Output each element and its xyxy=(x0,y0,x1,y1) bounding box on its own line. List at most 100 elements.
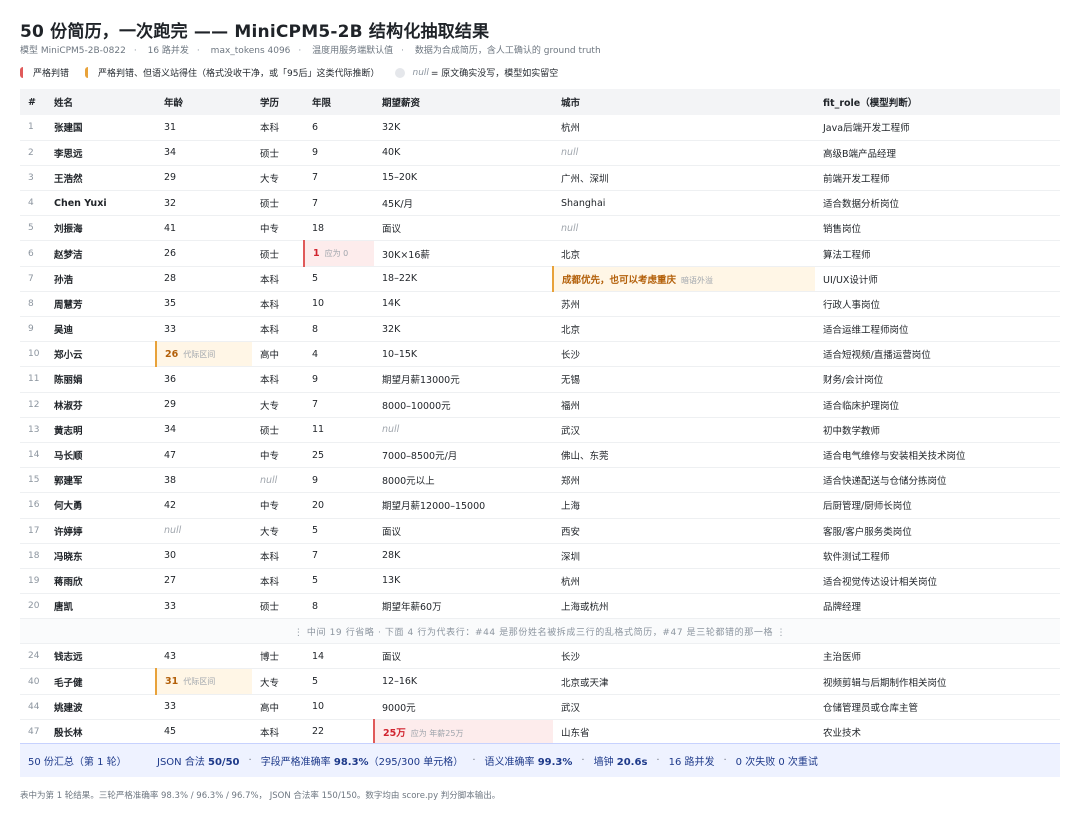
summary-title: 50 份汇总（第 1 轮） xyxy=(28,757,127,768)
fit-role-cell: 财务/会计岗位 xyxy=(823,375,884,387)
candidate-name: 陈丽娟 xyxy=(54,375,83,387)
col-header-salary: 期望薪资 xyxy=(382,98,421,109)
table-header-row: # 姓名 年龄 学历 年限 期望薪资 城市 fit_role（模型判断） xyxy=(20,89,1060,115)
years-cell: 9 xyxy=(312,147,319,159)
candidate-name: 唐凯 xyxy=(54,602,74,614)
city-cell: 长沙 xyxy=(561,652,581,664)
city-cell: 上海 xyxy=(561,501,581,513)
row-index: 3 xyxy=(28,172,34,183)
city-cell: 北京 xyxy=(561,325,581,337)
col-header-name: 姓名 xyxy=(54,98,74,109)
table-row: 15 郭建军 38 null 9 8000元以上 郑州 适合快递配送与仓储分拣岗位 xyxy=(20,468,1060,493)
age-cell: 27 xyxy=(164,575,177,587)
fit-role-cell: 适合数据分析岗位 xyxy=(823,199,900,211)
education-cell: 硕士 xyxy=(260,249,280,261)
fit-role-cell: 适合运维工程师岗位 xyxy=(823,325,909,337)
fit-role-cell: 高级B端产品经理 xyxy=(823,148,897,160)
row-index: 17 xyxy=(28,525,40,536)
age-cell: 30 xyxy=(164,550,177,562)
salary-cell: 8000元以上 xyxy=(382,476,435,488)
age-cell: 32 xyxy=(164,197,177,209)
summary-concurrency: 16 路并发 xyxy=(668,757,715,768)
row-index: 12 xyxy=(28,399,40,410)
omitted-rows-separator: ⋮ 中间 19 行省略 · 下面 4 行为代表行：#44 是那份姓名被拆成三行的… xyxy=(20,618,1060,644)
table-row: 17 许婷婷 null 大专 5 面议 西安 客服/客户服务类岗位 xyxy=(20,518,1060,544)
col-header-years: 年限 xyxy=(312,98,332,109)
table-row: 24 钱志远 43 博士 14 面议 长沙 主治医师 xyxy=(20,644,1060,669)
city-cell: null xyxy=(561,147,579,159)
legend-strict-wrong: 严格判错 xyxy=(20,66,69,79)
candidate-name: 李思远 xyxy=(54,148,83,160)
age-cell: 34 xyxy=(164,147,177,159)
cell-note: 代际区间 xyxy=(183,349,216,359)
meta-model: 模型 MiniCPM5-2B-0822 xyxy=(20,46,126,56)
years-cell: 18 xyxy=(312,222,325,234)
years-cell: 5 xyxy=(312,525,319,537)
gray-dot-icon xyxy=(395,67,406,78)
fit-role-cell: UI/UX设计师 xyxy=(823,274,878,286)
years-cell: 22 xyxy=(312,726,325,738)
fit-role-cell: 客服/客户服务类岗位 xyxy=(823,526,912,538)
fit-role-cell: 仓储管理员或仓库主管 xyxy=(823,702,919,714)
age-cell: 41 xyxy=(164,222,177,234)
education-cell: 大专 xyxy=(260,526,280,538)
salary-cell: 13K xyxy=(382,575,401,587)
row-index: 18 xyxy=(28,550,40,561)
education-cell: 硕士 xyxy=(260,602,280,614)
age-cell: 47 xyxy=(164,449,177,461)
city-cell: 武汉 xyxy=(561,702,581,714)
col-header-index: # xyxy=(28,96,36,108)
col-header-education: 学历 xyxy=(260,98,280,109)
education-cell: 本科 xyxy=(260,727,280,739)
education-cell: 中专 xyxy=(260,224,280,236)
salary-cell: 40K xyxy=(382,147,401,159)
age-cell: 33 xyxy=(164,323,177,335)
footnote: 表中为第 1 轮结果。三轮严格准确率 98.3% / 96.3% / 96.7%… xyxy=(20,791,501,801)
city-cell: 北京 xyxy=(561,249,581,261)
years-cell: 14 xyxy=(312,650,325,662)
salary-cell: 14K xyxy=(382,298,401,310)
age-cell: 29 xyxy=(164,399,177,411)
candidate-name: 张建国 xyxy=(54,123,83,135)
city-cell: 深圳 xyxy=(561,551,581,563)
fit-role-cell: Java后端开发工程师 xyxy=(823,123,910,135)
age-cell: 31 代际区间 xyxy=(155,668,252,695)
salary-cell: 18–22K xyxy=(382,273,418,285)
salary-cell: 30K×16薪 xyxy=(382,249,430,261)
fit-role-cell: 视频剪辑与后期制作相关岗位 xyxy=(823,677,947,689)
table-row: 10 郑小云 26 代际区间 高中 4 10–15K 长沙 适合短视频/直播运营岗位 xyxy=(20,341,1060,367)
education-cell: 本科 xyxy=(260,274,280,286)
city-cell: 北京或天津 xyxy=(561,677,609,689)
table-row: 44 姚建波 33 高中 10 9000元 武汉 仓储管理员或仓库主管 xyxy=(20,694,1060,720)
summary-strict-accuracy: 字段严格准确率 98.3%（295/300 单元格） xyxy=(260,757,464,768)
age-cell: 45 xyxy=(164,726,177,738)
age-cell: 38 xyxy=(164,474,177,486)
table-row: 7 孙浩 28 本科 5 18–22K 成都优先，也可以考虑重庆 暗语外溢 UI/UX设计师 xyxy=(20,266,1060,292)
table-row: 12 林淑芬 29 大专 7 8000–10000元 福州 适合临床护理岗位 xyxy=(20,392,1060,418)
years-cell: 25 xyxy=(312,449,325,461)
education-cell: 本科 xyxy=(260,299,280,311)
education-cell: 大专 xyxy=(260,173,280,185)
cell-value: 31 xyxy=(165,676,179,688)
salary-cell: 15–20K xyxy=(382,172,418,184)
table-row: 9 吴迪 33 本科 8 32K 北京 适合运维工程师岗位 xyxy=(20,317,1060,342)
city-cell: 杭州 xyxy=(561,576,581,588)
row-index: 16 xyxy=(28,500,40,511)
city-cell: 上海或杭州 xyxy=(561,602,609,614)
education-cell: 博士 xyxy=(260,652,280,664)
table-row: 18 冯晓东 30 本科 7 28K 深圳 软件测试工程师 xyxy=(20,543,1060,569)
years-cell: 6 xyxy=(312,121,319,133)
age-cell: 28 xyxy=(164,273,177,285)
col-header-city: 城市 xyxy=(561,98,581,109)
candidate-name: 王浩然 xyxy=(54,173,83,185)
age-cell: 34 xyxy=(164,424,177,436)
age-cell: 26 xyxy=(164,248,177,260)
candidate-name: 钱志远 xyxy=(54,652,83,664)
years-cell: 7 xyxy=(312,172,319,184)
education-cell: null xyxy=(260,474,278,486)
education-cell: 高中 xyxy=(260,350,280,362)
city-cell: 山东省 xyxy=(561,727,590,739)
cell-value: 25万 xyxy=(383,727,406,739)
row-index: 47 xyxy=(28,726,40,737)
fit-role-cell: 前端开发工程师 xyxy=(823,173,890,185)
